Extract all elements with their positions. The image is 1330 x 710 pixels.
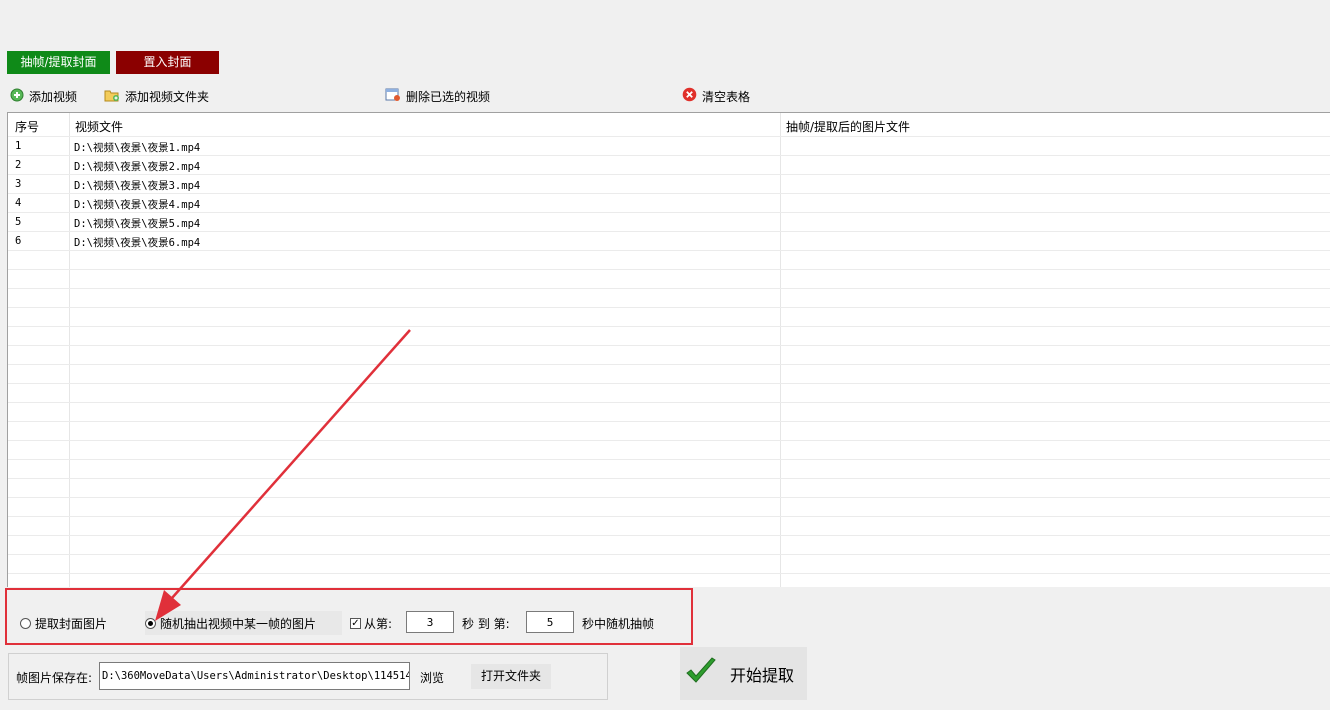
annotation-arrow-icon	[155, 329, 411, 621]
